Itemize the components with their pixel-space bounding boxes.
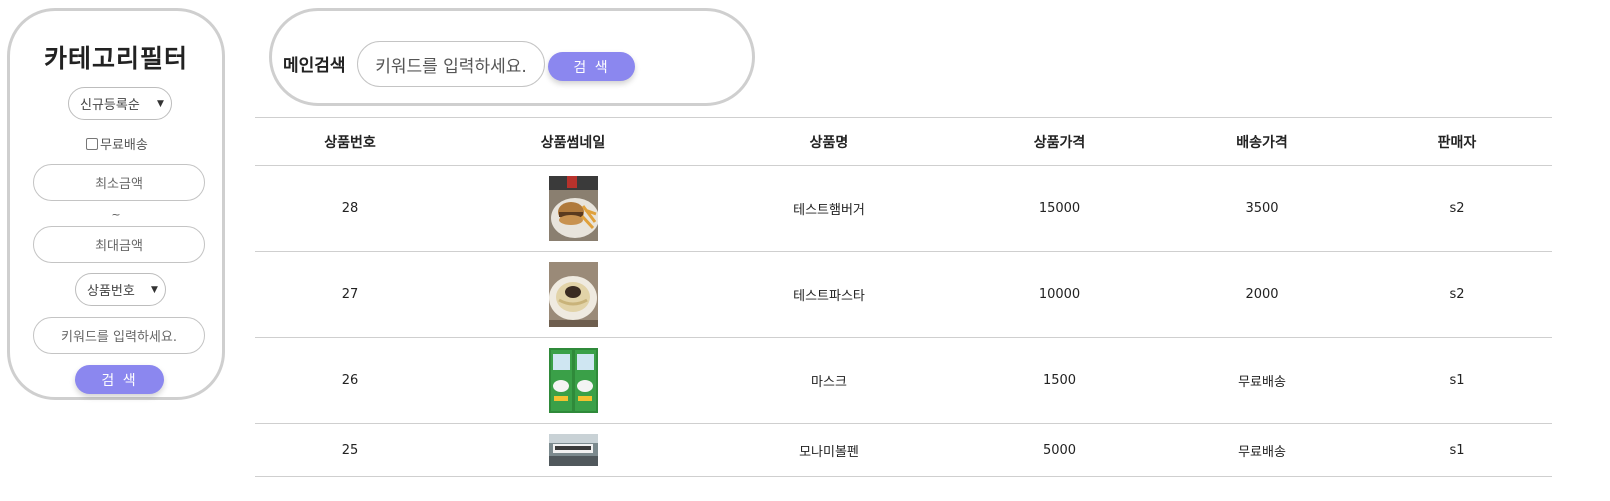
main-search-panel: 메인검색 키워드를 입력하세요. 검 색: [269, 8, 755, 106]
seller: s2: [1362, 251, 1552, 338]
sort-order-select[interactable]: 신규등록순 ▼: [68, 87, 172, 120]
product-number: 25: [255, 423, 445, 477]
main-search-button[interactable]: 검 색: [548, 52, 635, 81]
pasta-photo[interactable]: [548, 262, 598, 327]
product-number: 28: [255, 165, 445, 252]
product-name[interactable]: 테스트햄버거: [701, 165, 957, 252]
free-shipping-checkbox[interactable]: [86, 137, 98, 150]
chevron-down-icon: ▼: [151, 284, 158, 295]
chevron-down-icon: ▼: [157, 98, 164, 109]
product-number: 27: [255, 251, 445, 338]
search-field-select[interactable]: 상품번호 ▼: [75, 273, 166, 306]
table-row[interactable]: 27 테스트파스타 10000 2000 s2: [255, 251, 1552, 338]
product-name[interactable]: 테스트파스타: [701, 251, 957, 338]
header-price: 상품가격: [957, 117, 1162, 166]
product-table: 상품번호 상품썸네일 상품명 상품가격 배송가격 판매자 28 테스트햄버거 1…: [255, 117, 1552, 477]
free-shipping-filter[interactable]: 무료배송: [86, 134, 148, 153]
burger-photo[interactable]: [548, 176, 598, 241]
product-price: 5000: [957, 423, 1162, 477]
sort-order-value: 신규등록순: [80, 98, 140, 113]
filter-search-button[interactable]: 검 색: [75, 365, 164, 394]
category-filter-panel: 카테고리필터 신규등록순 ▼ 무료배송 최소금액 ~ 최대금액 상품번호 ▼ 키…: [7, 8, 225, 400]
shipping-price: 3500: [1162, 165, 1362, 252]
seller: s1: [1362, 423, 1552, 477]
price-range-separator: ~: [111, 208, 121, 221]
product-number: 26: [255, 337, 445, 424]
table-row[interactable]: 26 마스크 1500 무료배송 s1: [255, 337, 1552, 424]
free-shipping-label: 무료배송: [100, 138, 148, 153]
seller: s2: [1362, 165, 1552, 252]
main-search-label: 메인검색: [283, 56, 346, 76]
table-row[interactable]: 25 모나미볼펜 5000 무료배송 s1: [255, 423, 1552, 477]
filter-keyword-input[interactable]: 키워드를 입력하세요.: [33, 317, 205, 354]
header-seller: 판매자: [1362, 117, 1552, 166]
product-thumbnail-cell: [445, 423, 701, 477]
shipping-price: 2000: [1162, 251, 1362, 338]
product-price: 10000: [957, 251, 1162, 338]
main-search-input[interactable]: 키워드를 입력하세요.: [357, 41, 545, 87]
min-price-input[interactable]: 최소금액: [33, 164, 205, 201]
header-shipping: 배송가격: [1162, 117, 1362, 166]
search-field-value: 상품번호: [87, 284, 135, 299]
product-price: 1500: [957, 337, 1162, 424]
header-thumbnail: 상품썸네일: [445, 117, 701, 166]
seller: s1: [1362, 337, 1552, 424]
header-product-number: 상품번호: [255, 117, 445, 166]
max-price-input[interactable]: 최대금액: [33, 226, 205, 263]
product-thumbnail-cell: [445, 251, 701, 338]
shipping-price: 무료배송: [1162, 337, 1362, 424]
mask-photo[interactable]: [548, 348, 598, 413]
product-price: 15000: [957, 165, 1162, 252]
header-product-name: 상품명: [701, 117, 957, 166]
product-name[interactable]: 마스크: [701, 337, 957, 424]
product-name[interactable]: 모나미볼펜: [701, 423, 957, 477]
product-thumbnail-cell: [445, 337, 701, 424]
filter-title: 카테고리필터: [43, 44, 188, 73]
shipping-price: 무료배송: [1162, 423, 1362, 477]
table-header-row: 상품번호 상품썸네일 상품명 상품가격 배송가격 판매자: [255, 117, 1552, 166]
product-thumbnail-cell: [445, 165, 701, 252]
table-row[interactable]: 28 테스트햄버거 15000 3500 s2: [255, 165, 1552, 252]
pen-photo[interactable]: [548, 434, 598, 466]
